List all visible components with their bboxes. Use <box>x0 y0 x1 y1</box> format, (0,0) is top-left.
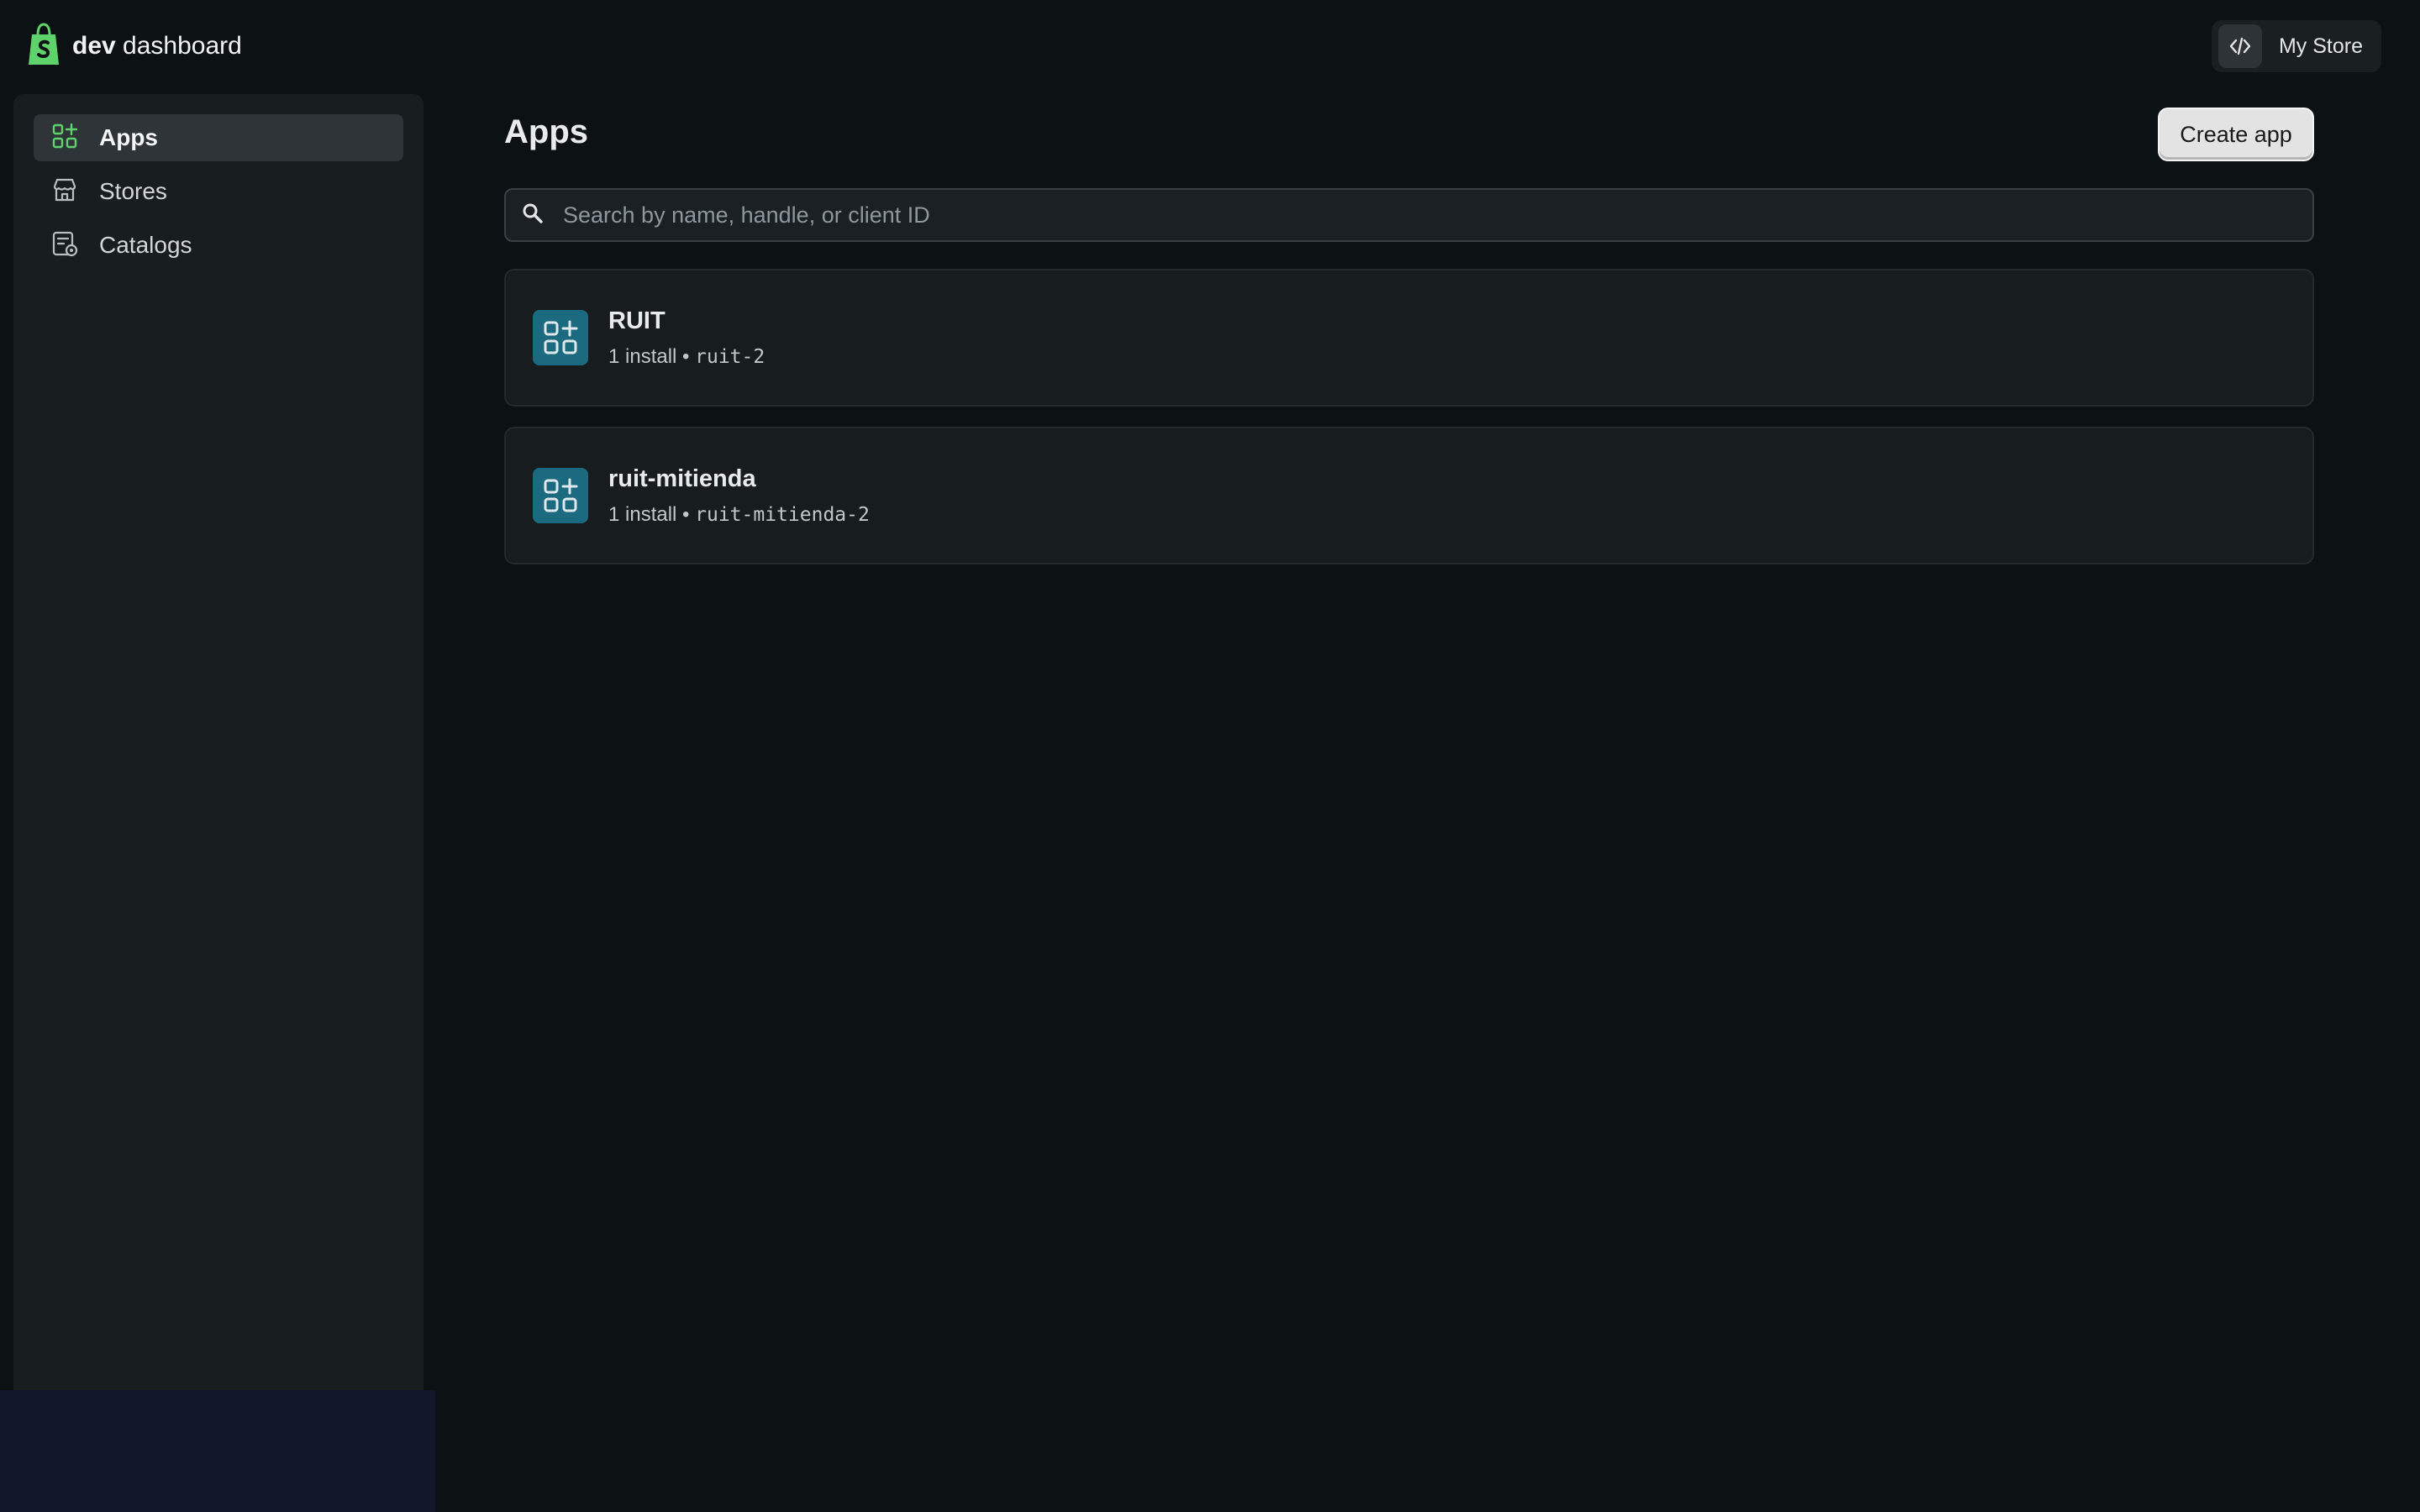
sidebar: Apps Stores Catalogs <box>13 94 424 1404</box>
install-count: 1 install <box>608 503 677 526</box>
search-bar[interactable] <box>504 188 2314 242</box>
sidebar-footer <box>0 1390 435 1512</box>
app-name: ruit-mitienda <box>608 465 756 492</box>
sidebar-item-catalogs[interactable]: Catalogs <box>34 222 403 269</box>
meta-separator: • <box>682 503 690 526</box>
store-switcher[interactable]: My Store <box>2211 20 2381 72</box>
search-input[interactable] <box>561 192 2312 239</box>
sidebar-item-label: Catalogs <box>99 232 192 258</box>
meta-separator: • <box>682 345 690 368</box>
app-icon <box>533 468 588 523</box>
app-meta: 1 install • ruit-mitienda-2 <box>608 502 870 528</box>
sidebar-item-label: Stores <box>99 178 167 204</box>
code-icon[interactable] <box>2217 24 2262 68</box>
sidebar-item-stores[interactable]: Stores <box>34 168 403 215</box>
brand[interactable]: dev dashboard <box>25 22 242 71</box>
page-title: Apps <box>504 113 588 150</box>
app-icon <box>533 310 588 365</box>
top-bar: dev dashboard My Store <box>0 0 2420 92</box>
install-count: 1 install <box>608 345 677 368</box>
app-card-ruit-mitienda[interactable]: ruit-mitienda 1 install • ruit-mitienda-… <box>504 427 2314 564</box>
store-icon <box>50 176 79 208</box>
sidebar-item-label: Apps <box>99 124 158 150</box>
store-name: My Store <box>2278 34 2363 58</box>
app-handle: ruit-mitienda-2 <box>695 504 870 526</box>
app-card-ruit[interactable]: RUIT 1 install • ruit-2 <box>504 269 2314 407</box>
sidebar-item-apps[interactable]: Apps <box>34 114 403 161</box>
catalog-icon <box>50 229 79 262</box>
app-handle: ruit-2 <box>695 346 765 368</box>
app-name: RUIT <box>608 307 666 334</box>
apps-icon <box>50 122 79 155</box>
app-list: RUIT 1 install • ruit-2 ruit-mitienda 1 … <box>504 269 2314 585</box>
shopify-logo-icon <box>25 22 62 71</box>
search-icon <box>521 202 544 229</box>
brand-title: dev dashboard <box>72 32 242 60</box>
create-app-button[interactable]: Create app <box>2158 108 2314 161</box>
app-meta: 1 install • ruit-2 <box>608 344 765 370</box>
